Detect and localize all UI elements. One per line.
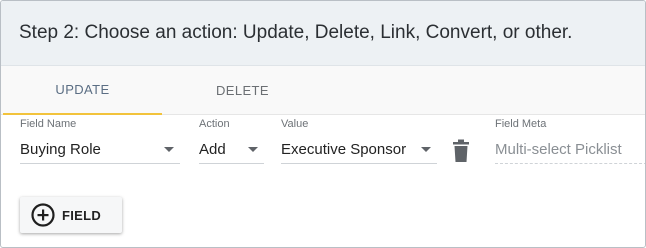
field-meta-value: Multi-select Picklist [495, 141, 622, 158]
chevron-down-icon [421, 147, 431, 152]
trash-icon [453, 139, 469, 162]
add-field-label: FIELD [62, 207, 102, 223]
field-name-value: Buying Role [20, 141, 101, 158]
value-value: Executive Sponsor [281, 141, 407, 158]
value-select[interactable]: Executive Sponsor [281, 136, 437, 164]
tab-delete[interactable]: DELETE [163, 66, 322, 114]
field-meta-label: Field Meta [495, 118, 547, 130]
value-label: Value [281, 118, 309, 130]
add-field-button[interactable]: FIELD [20, 197, 122, 233]
tab-bar: UPDATE DELETE [1, 66, 645, 115]
step-title: Step 2: Choose an action: Update, Delete… [19, 22, 573, 43]
action-select[interactable]: Add [199, 136, 264, 164]
chevron-down-icon [248, 147, 258, 152]
field-name-label: Field Name [20, 118, 77, 130]
tab-update[interactable]: UPDATE [3, 66, 162, 115]
delete-row-button[interactable] [451, 139, 471, 163]
tab-update-label: UPDATE [55, 82, 110, 97]
field-row: Field Name Buying Role Action Add Value … [1, 115, 645, 177]
plus-circle-icon [31, 203, 55, 227]
action-value: Add [199, 141, 226, 158]
action-panel: Step 2: Choose an action: Update, Delete… [0, 0, 646, 248]
field-meta-field: Multi-select Picklist [495, 136, 645, 164]
field-name-select[interactable]: Buying Role [20, 136, 180, 164]
tab-delete-label: DELETE [216, 82, 269, 98]
chevron-down-icon [164, 147, 174, 152]
action-label: Action [199, 118, 230, 130]
step-header: Step 2: Choose an action: Update, Delete… [1, 1, 645, 66]
